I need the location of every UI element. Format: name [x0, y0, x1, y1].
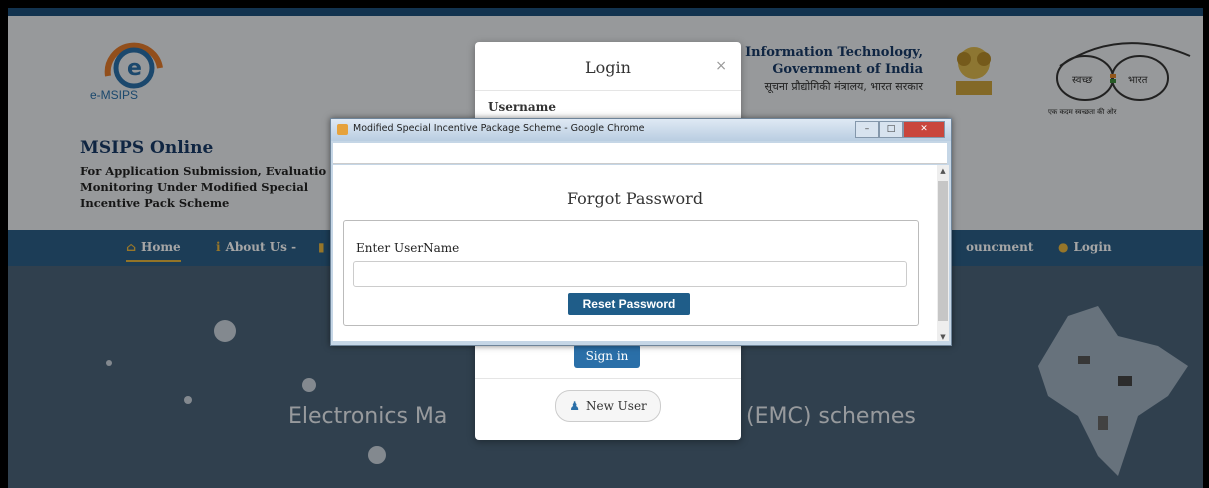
browser-page: e e-MSIPS MSIPS Online For Application S… — [8, 8, 1203, 488]
scroll-thumb[interactable] — [938, 181, 948, 321]
sign-in-button[interactable]: Sign in — [574, 344, 640, 368]
address-bar[interactable] — [333, 143, 947, 164]
favicon-icon — [337, 124, 348, 135]
username-label: Username — [488, 100, 557, 114]
window-title: Modified Special Incentive Package Schem… — [353, 123, 645, 134]
forgot-password-title: Forgot Password — [566, 189, 704, 208]
new-user-button[interactable]: ♟ New User — [555, 390, 661, 422]
divider — [475, 90, 741, 91]
divider — [475, 378, 741, 379]
username-label: Enter UserName — [356, 241, 460, 255]
popup-content: Forgot Password Enter UserName Reset Pas… — [333, 165, 937, 341]
maximize-icon[interactable]: □ — [879, 121, 903, 138]
chrome-popup-window: Modified Special Incentive Package Schem… — [330, 118, 952, 346]
reset-password-button[interactable]: Reset Password — [568, 293, 690, 315]
window-controls: – □ ✕ — [855, 121, 945, 138]
close-icon[interactable]: × — [715, 58, 727, 74]
close-icon[interactable]: ✕ — [903, 121, 945, 138]
scroll-down-icon[interactable]: ▼ — [937, 333, 949, 341]
forgot-password-panel: Enter UserName Reset Password — [343, 220, 919, 326]
user-icon: ♟ — [569, 399, 580, 413]
scrollbar[interactable]: ▲ ▼ — [937, 165, 949, 341]
username-input[interactable] — [353, 261, 907, 287]
minimize-icon[interactable]: – — [855, 121, 879, 138]
scroll-up-icon[interactable]: ▲ — [937, 167, 949, 175]
login-title: Login — [585, 58, 631, 77]
window-titlebar[interactable]: Modified Special Incentive Package Schem… — [331, 119, 951, 141]
